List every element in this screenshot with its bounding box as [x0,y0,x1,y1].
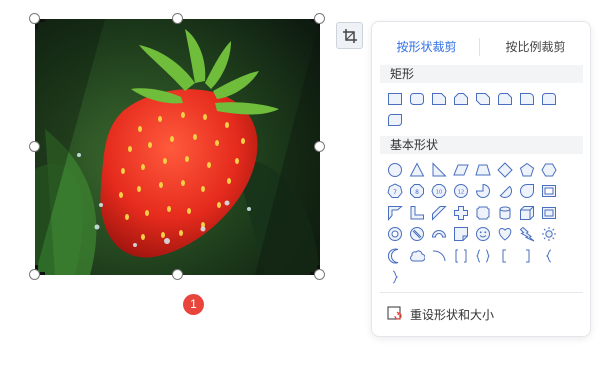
shape-trapezoid[interactable] [472,160,494,180]
resize-handle-top-left[interactable] [29,13,40,24]
shape-frame[interactable] [538,181,560,201]
resize-handle-top-right[interactable] [314,13,325,24]
page-number-badge: 1 [183,294,204,315]
shape-round-single-corner[interactable] [516,89,538,109]
reset-shape-size-button[interactable]: 重设形状和大小 [386,304,494,324]
shape-hexagon[interactable] [538,160,560,180]
shape-pie[interactable] [472,181,494,201]
resize-handle-top[interactable] [172,13,183,24]
shape-diagonal-stripe[interactable] [428,203,450,223]
shape-snip-single-corner[interactable] [428,89,450,109]
shape-heart[interactable] [494,224,516,244]
shape-cross[interactable] [450,203,472,223]
basic-shapes-row-5 [384,246,560,266]
shape-double-bracket[interactable] [450,246,472,266]
crop-button[interactable] [336,22,363,49]
crop-mode-tabs: 按形状裁剪 按比例裁剪 [372,34,590,60]
basic-shapes-row-6 [384,267,406,287]
tab-separator [479,38,480,56]
resize-handle-bottom[interactable] [172,269,183,280]
shape-block-arc[interactable] [428,224,450,244]
shape-no-symbol[interactable] [406,224,428,244]
tab-crop-by-ratio[interactable]: 按比例裁剪 [481,34,590,60]
panel-divider [380,292,583,293]
shape-donut[interactable] [384,224,406,244]
rect-shapes-row-2 [384,110,406,130]
shape-snip-same-side[interactable] [450,89,472,109]
shape-half-frame[interactable] [384,203,406,223]
shape-dodecagon[interactable]: 12 [450,181,472,201]
shape-teardrop[interactable] [516,181,538,201]
resize-handle-bottom-left[interactable] [29,269,40,280]
basic-shapes-row-1 [384,160,560,180]
basic-shapes-row-4 [384,224,560,244]
shape-decagon[interactable]: 10 [428,181,450,201]
reset-crop-icon [387,306,402,320]
strawberry-photo [35,19,320,275]
shape-snip-round-corner[interactable] [494,89,516,109]
shape-left-bracket[interactable] [494,246,516,266]
tab-crop-by-shape[interactable]: 按形状裁剪 [372,34,481,60]
shape-left-brace[interactable] [538,246,560,266]
shape-round-same-side[interactable] [538,89,560,109]
shape-rounded-rectangle[interactable] [406,89,428,109]
svg-text:10: 10 [436,190,442,196]
svg-text:7: 7 [393,189,397,196]
shape-triangle[interactable] [406,160,428,180]
shape-double-brace[interactable] [472,246,494,266]
reset-shape-size-label: 重设形状和大小 [410,307,495,322]
shape-rectangle[interactable] [384,89,406,109]
shape-l-shape[interactable] [406,203,428,223]
basic-shapes-row-3 [384,203,560,223]
basic-shapes-row-2: 7 8 10 12 [384,181,560,201]
svg-text:12: 12 [458,190,464,196]
shape-right-bracket[interactable] [516,246,538,266]
shape-round-diagonal[interactable] [384,110,406,130]
svg-text:8: 8 [415,189,419,196]
shape-pentagon[interactable] [516,160,538,180]
crop-shape-panel: 按形状裁剪 按比例裁剪 矩形 基本形状 7 8 10 12 重设形状和大小 [371,21,591,337]
resize-handle-bottom-right[interactable] [314,269,325,280]
shape-right-triangle[interactable] [428,160,450,180]
shape-oval[interactable] [384,160,406,180]
image-frame[interactable] [35,19,320,275]
shape-chord[interactable] [494,181,516,201]
shape-arc[interactable] [428,246,450,266]
crop-icon [342,28,357,43]
shape-cube[interactable] [516,203,538,223]
shape-diamond[interactable] [494,160,516,180]
shape-folded-corner[interactable] [450,224,472,244]
shape-cloud[interactable] [406,246,428,266]
shape-heptagon[interactable]: 7 [384,181,406,201]
rect-shapes-row-1 [384,89,560,109]
shape-moon[interactable] [384,246,406,266]
shape-sun[interactable] [538,224,560,244]
shape-octagon[interactable]: 8 [406,181,428,201]
shape-plaque[interactable] [472,203,494,223]
shape-bevel[interactable] [538,203,560,223]
shape-snip-diagonal[interactable] [472,89,494,109]
shape-can[interactable] [494,203,516,223]
resize-handle-right[interactable] [314,141,325,152]
section-rect-header: 矩形 [380,65,583,83]
shape-parallelogram[interactable] [450,160,472,180]
shape-right-brace[interactable] [384,267,406,287]
shape-smiley-face[interactable] [472,224,494,244]
shape-lightning-bolt[interactable] [516,224,538,244]
section-basic-header: 基本形状 [380,136,583,154]
resize-handle-left[interactable] [29,141,40,152]
